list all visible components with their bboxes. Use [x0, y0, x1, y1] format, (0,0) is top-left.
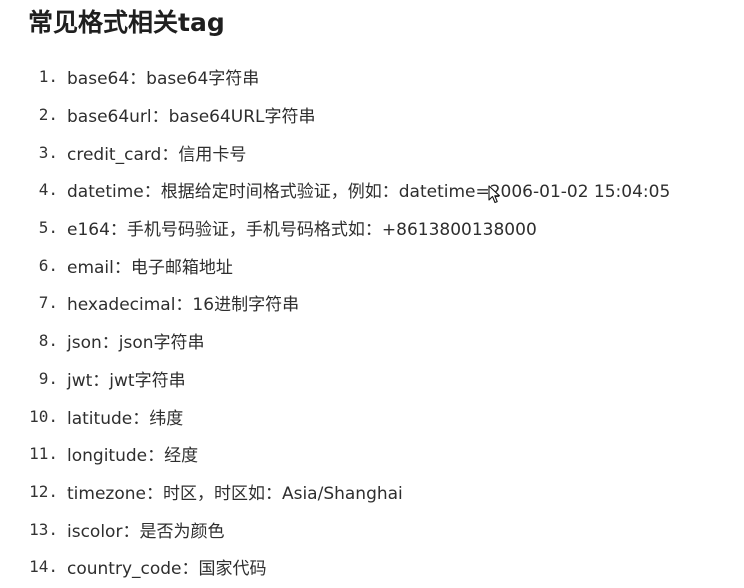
list-item: 11. longitude：经度	[0, 435, 670, 473]
list-item: 14. country_code：国家代码	[0, 548, 670, 586]
list-text: longitude：经度	[67, 446, 199, 467]
list-number: 2.	[38, 105, 58, 125]
list-item: 6. email：电子邮箱地址	[0, 246, 670, 284]
list-text: credit_card：信用卡号	[67, 144, 247, 165]
list-text: base64url：base64URL字符串	[67, 107, 316, 128]
list-number: 7.	[38, 293, 58, 313]
list-number: 3.	[38, 142, 58, 162]
list-number: 6.	[38, 255, 58, 275]
list-number: 13.	[29, 519, 58, 539]
list-number: 8.	[38, 331, 58, 351]
list-item: 7. hexadecimal：16进制字符串	[0, 284, 670, 322]
list-item: 13. iscolor：是否为颜色	[0, 510, 670, 548]
list-number: 5.	[38, 218, 58, 238]
list-item: 4. datetime：根据给定时间格式验证，例如：datetime=2006-0…	[0, 171, 671, 209]
list-number: 9.	[38, 368, 58, 388]
list-text: timezone：时区，时区如：Asia/Shanghai	[67, 483, 403, 504]
list-item: 2. base64url：base64URL字符串	[0, 96, 670, 134]
list-item: 12. timezone：时区，时区如：Asia/Shanghai	[0, 473, 670, 511]
list-text: iscolor：是否为颜色	[67, 521, 225, 542]
list-number: 12.	[29, 481, 58, 501]
list-text: datetime：根据给定时间格式验证，例如：datetime=2006-01-…	[67, 182, 671, 203]
list-number: 11.	[29, 444, 58, 464]
list-number: 1.	[38, 67, 58, 87]
list-text: base64：base64字符串	[67, 69, 260, 90]
page-title: 常见格式相关tag	[28, 8, 225, 37]
list-item: 1. base64：base64字符串	[0, 58, 670, 96]
list-item: 5. e164：手机号码验证，手机号码格式如：+8613800138000	[0, 209, 670, 247]
list-text: country_code：国家代码	[67, 559, 267, 580]
tag-list: 1. base64：base64字符串 2. base64url：base64URL…	[0, 58, 670, 586]
list-number: 14.	[29, 557, 58, 577]
list-number: 10.	[29, 406, 58, 426]
list-text: jwt：jwt字符串	[67, 370, 186, 391]
list-text: email：电子邮箱地址	[67, 257, 233, 278]
list-text: json：json字符串	[67, 333, 205, 354]
list-item: 10. latitude：纬度	[0, 397, 670, 435]
list-item: 3. credit_card：信用卡号	[0, 133, 670, 171]
mouse-pointer-icon	[488, 185, 501, 204]
list-text: e164：手机号码验证，手机号码格式如：+8613800138000	[67, 220, 537, 241]
list-number: 4.	[38, 180, 58, 200]
list-item: 9. jwt：jwt字符串	[0, 360, 670, 398]
list-text: latitude：纬度	[67, 408, 184, 429]
list-text: hexadecimal：16进制字符串	[67, 295, 300, 316]
list-item: 8. json：json字符串	[0, 322, 670, 360]
